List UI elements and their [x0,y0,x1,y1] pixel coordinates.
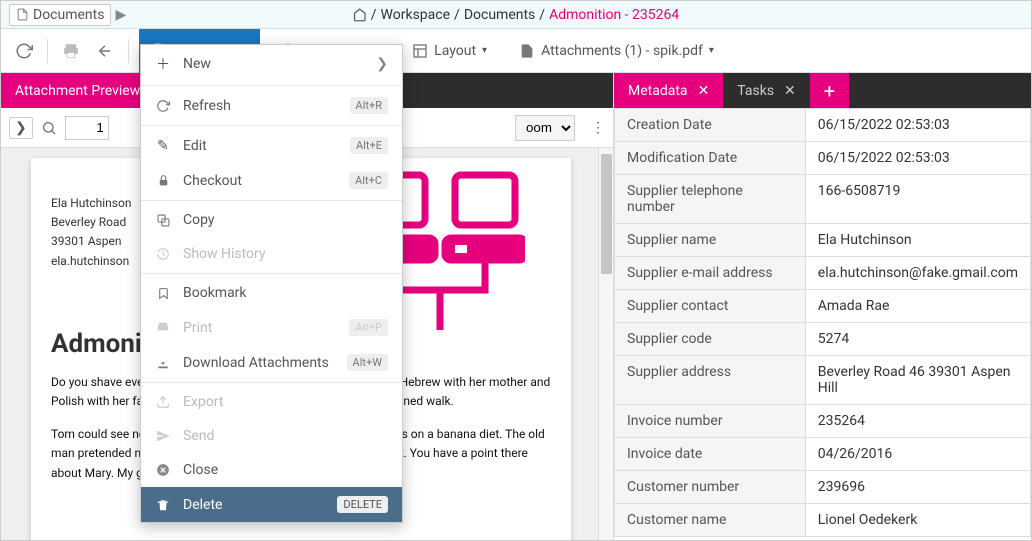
table-row: Supplier addressBeverley Road 46 39301 A… [615,356,1031,405]
table-row: Supplier telephone number166-6508719 [615,175,1031,224]
close-icon[interactable]: ✕ [784,83,796,99]
copy-icon [155,214,171,227]
table-row: Customer number239696 [615,471,1031,504]
table-row: Supplier nameEla Hutchinson [615,224,1031,257]
table-row: Creation Date06/15/2022 02:53:03 [615,109,1031,142]
metadata-key: Customer number [615,471,806,504]
table-row: Invoice number235264 [615,405,1031,438]
table-row: Modification Date06/15/2022 02:53:03 [615,142,1031,175]
add-tab-button[interactable]: + [810,73,849,108]
metadata-value: Beverley Road 46 39301 Aspen Hill [805,356,1030,405]
menu-bookmark[interactable]: Bookmark [141,276,402,310]
more-icon[interactable]: ⋮ [591,120,605,136]
metadata-value: 06/15/2022 02:53:03 [805,142,1030,175]
metadata-value: Amada Rae [805,290,1030,323]
metadata-value: 235264 [805,405,1030,438]
menu-checkout[interactable]: Checkout Alt+C [141,163,402,198]
table-row: Supplier e-mail addressela.hutchinson@fa… [615,257,1031,290]
zoom-select[interactable]: oom [515,115,575,141]
metadata-value: 166-6508719 [805,175,1030,224]
send-icon [155,429,171,443]
metadata-key: Invoice date [615,438,806,471]
metadata-key: Supplier code [615,323,806,356]
table-row: Supplier contactAmada Rae [615,290,1031,323]
print-icon[interactable] [58,38,84,64]
vertical-scrollbar[interactable] [598,148,613,540]
documents-breadcrumb-root[interactable]: Documents [9,4,111,26]
metadata-value: 06/15/2022 02:53:03 [805,109,1030,142]
metadata-table: Creation Date06/15/2022 02:53:03Modifica… [614,108,1031,537]
home-icon[interactable] [353,8,367,22]
metadata-value: 239696 [805,471,1030,504]
menu-send: Send [141,419,402,453]
table-row: Customer nameLionel Oedekerk [615,504,1031,537]
history-icon [155,247,171,261]
menu-print: Print Alt+P [141,310,402,345]
back-icon[interactable] [92,38,118,64]
refresh-icon [155,99,171,113]
topbar: Documents ▶ / Workspace / Documents / Ad… [1,1,1031,29]
documents-label: Documents [33,7,104,23]
metadata-value: 5274 [805,323,1030,356]
metadata-key: Supplier name [615,224,806,257]
download-icon [155,356,171,370]
breadcrumb: / Workspace / Documents / Admonition - 2… [353,7,679,23]
document-icon [16,8,29,21]
menu-download-attachments[interactable]: Download Attachments Alt+W [141,345,402,380]
layout-dropdown[interactable]: Layout ▾ [400,29,499,73]
menu-show-history: Show History [141,237,402,271]
print-icon [155,321,171,335]
layout-icon [412,43,428,59]
chevron-down-icon: ▾ [482,45,487,56]
metadata-key: Supplier address [615,356,806,405]
page-input[interactable] [65,116,109,140]
bookmark-icon [155,287,171,300]
breadcrumb-documents[interactable]: Documents [464,7,535,23]
search-icon[interactable] [41,120,57,136]
menu-export: Export [141,385,402,419]
document-menu: ＋ New ❯ Refresh Alt+R ✎ Edit Alt+E Check… [140,44,403,523]
chevron-down-icon: ▾ [709,45,714,56]
metadata-key: Invoice number [615,405,806,438]
tab-tasks[interactable]: Tasks ✕ [723,73,809,108]
export-icon [155,395,171,409]
metadata-value: ela.hutchinson@fake.gmail.com [805,257,1030,290]
metadata-key: Customer name [615,504,806,537]
attachment-icon [519,43,535,59]
metadata-key: Supplier telephone number [615,175,806,224]
metadata-value: 04/26/2016 [805,438,1030,471]
menu-close[interactable]: Close [141,453,402,487]
pencil-icon: ✎ [155,138,171,154]
metadata-key: Supplier contact [615,290,806,323]
attachments-dropdown[interactable]: Attachments (1) - spik.pdf ▾ [507,29,726,73]
metadata-value: Ela Hutchinson [805,224,1030,257]
trash-icon [155,498,171,512]
lock-icon [155,174,171,187]
chevron-right-icon: ❯ [376,56,388,72]
chevron-right-icon[interactable]: ❯ [9,117,33,139]
metadata-key: Modification Date [615,142,806,175]
plus-icon: ＋ [155,54,171,74]
menu-new[interactable]: ＋ New ❯ [141,45,402,83]
menu-edit[interactable]: ✎ Edit Alt+E [141,128,402,163]
metadata-key: Creation Date [615,109,806,142]
breadcrumb-workspace[interactable]: Workspace [381,7,451,23]
refresh-icon[interactable] [11,38,37,64]
table-row: Supplier code5274 [615,323,1031,356]
table-row: Invoice date04/26/2016 [615,438,1031,471]
chevron-right-icon[interactable]: ▶ [115,7,126,23]
metadata-key: Supplier e-mail address [615,257,806,290]
menu-refresh[interactable]: Refresh Alt+R [141,88,402,123]
close-circle-icon [155,463,171,477]
menu-copy[interactable]: Copy [141,203,402,237]
menu-delete[interactable]: Delete DELETE [141,487,402,522]
tab-attachment-preview[interactable]: Attachment Preview [1,73,154,108]
breadcrumb-current: Admonition - 235264 [549,7,679,23]
tab-metadata[interactable]: Metadata ✕ [614,73,723,108]
metadata-value: Lionel Oedekerk [805,504,1030,537]
right-pane: Metadata ✕ Tasks ✕ + Creation Date06/15/… [613,73,1031,540]
close-icon[interactable]: ✕ [698,83,710,99]
